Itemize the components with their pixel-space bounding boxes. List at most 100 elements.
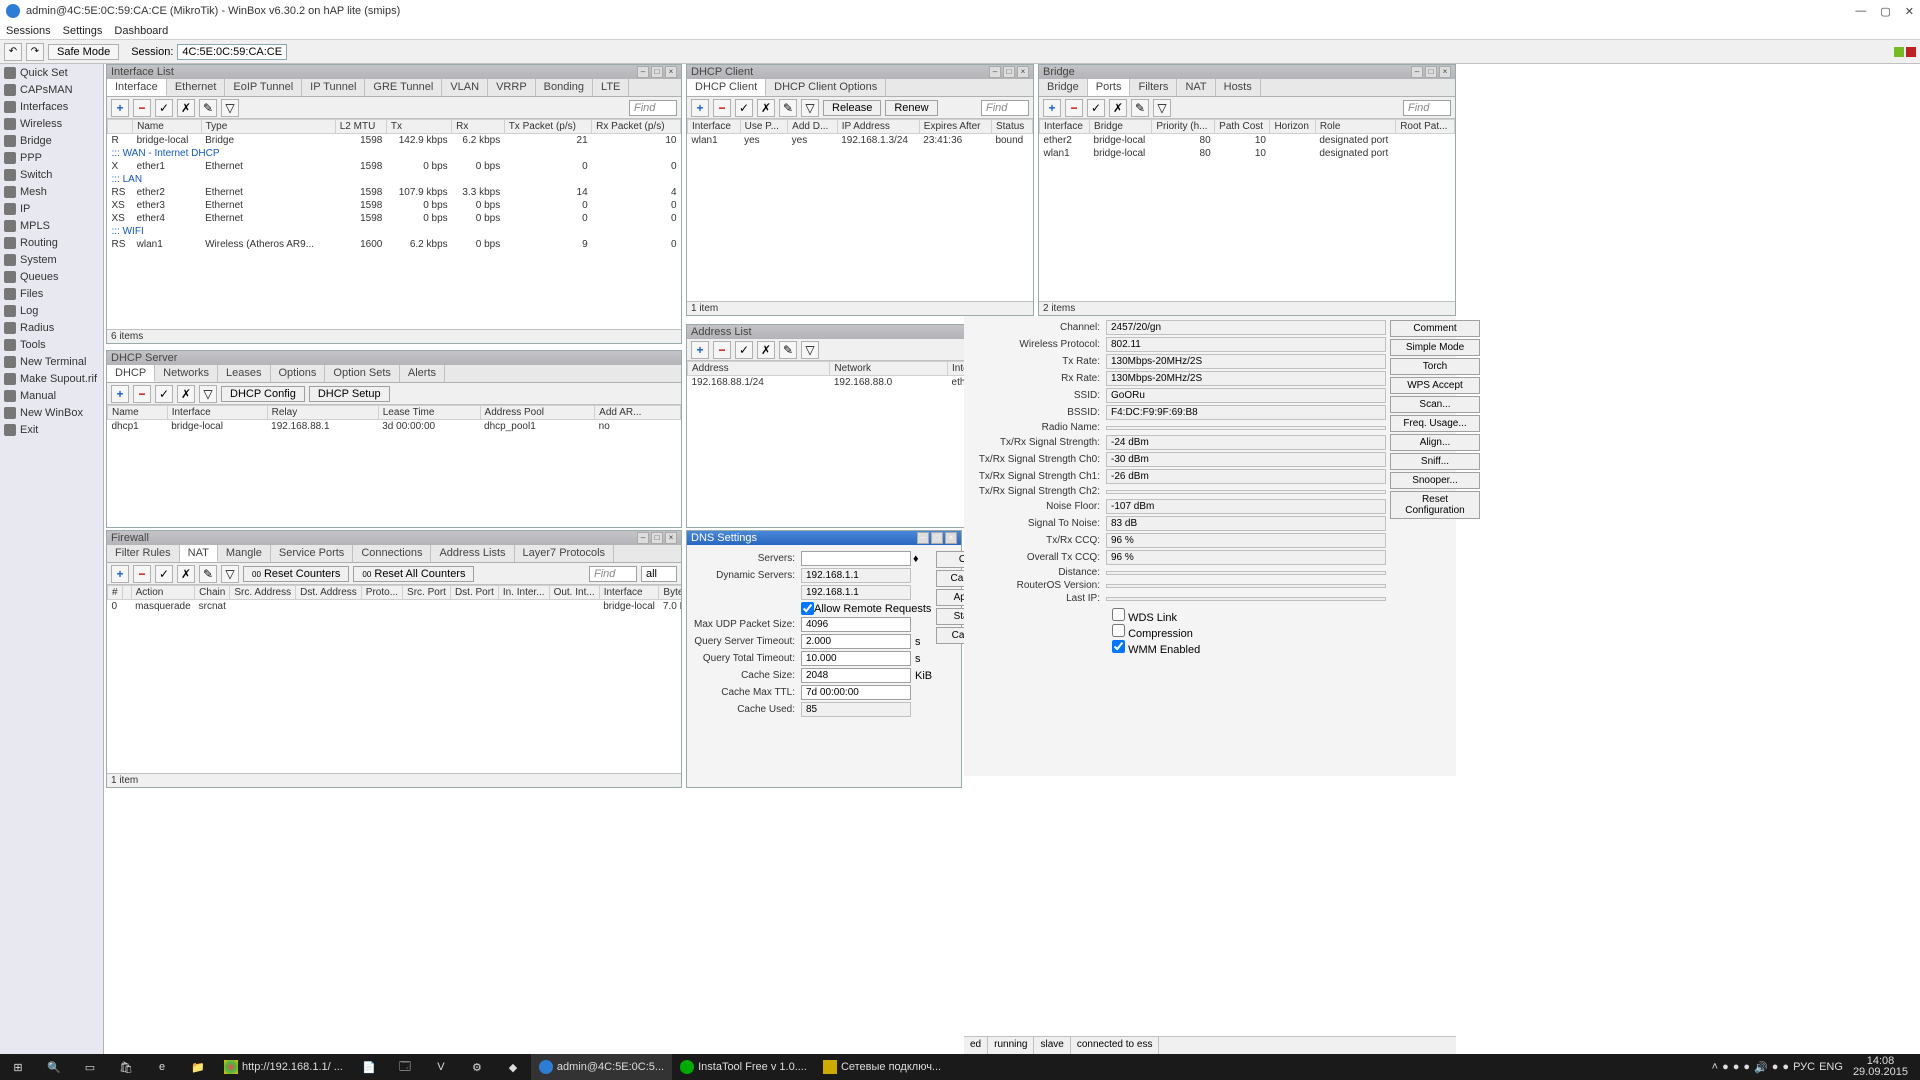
sidebar-item-radius[interactable]: Radius [0,319,103,336]
filter-icon[interactable]: ▽ [801,99,819,117]
tab-interface[interactable]: Interface [107,79,167,96]
sidebar-item-quick-set[interactable]: Quick Set [0,64,103,81]
sidebar-item-files[interactable]: Files [0,285,103,302]
sidebar-item-make-supout-rif[interactable]: Make Supout.rif [0,370,103,387]
allow-remote-checkbox[interactable] [801,602,814,615]
search-icon[interactable]: 🔍 [36,1054,72,1080]
tab-filter-rules[interactable]: Filter Rules [107,545,180,562]
table-row[interactable]: RSether2Ethernet1598107.9 kbps3.3 kbps14… [108,186,681,199]
table-row[interactable]: ::: WAN - Internet DHCP [108,147,681,160]
edge-icon[interactable]: e [144,1054,180,1080]
tab-vlan[interactable]: VLAN [442,79,488,96]
find-input[interactable]: Find [629,100,677,116]
taskbar-task[interactable]: http://192.168.1.1/ ... [216,1054,351,1080]
sidebar-item-new-winbox[interactable]: New WinBox [0,404,103,421]
sidebar-item-queues[interactable]: Queues [0,268,103,285]
filter-all-select[interactable]: all [641,566,677,582]
table-row[interactable]: Xether1Ethernet15980 bps0 bps00 [108,160,681,173]
filter-icon[interactable]: ▽ [199,385,217,403]
sidebar-item-bridge[interactable]: Bridge [0,132,103,149]
enable-button[interactable]: ✓ [155,99,173,117]
torch-button[interactable]: Torch [1390,358,1480,375]
maximize-icon[interactable]: ▢ [1880,5,1890,18]
remove-button[interactable]: − [133,99,151,117]
dhcp-config-button[interactable]: DHCP Config [221,386,305,402]
tab-leases[interactable]: Leases [218,365,270,382]
tab-gre-tunnel[interactable]: GRE Tunnel [365,79,442,96]
add-button[interactable]: + [691,99,709,117]
align--button[interactable]: Align... [1390,434,1480,451]
minimize-icon[interactable]: — [1855,5,1866,18]
tab-dhcp-client[interactable]: DHCP Client [687,79,766,96]
sidebar-item-routing[interactable]: Routing [0,234,103,251]
filter-icon[interactable]: ▽ [1153,99,1171,117]
close-icon[interactable]: × [665,66,677,78]
menu-dashboard[interactable]: Dashboard [114,25,168,37]
tab-bonding[interactable]: Bonding [536,79,593,96]
tab-hosts[interactable]: Hosts [1216,79,1261,96]
tab-networks[interactable]: Networks [155,365,218,382]
tab-eoip-tunnel[interactable]: EoIP Tunnel [225,79,302,96]
tab-filters[interactable]: Filters [1130,79,1177,96]
minimize-icon[interactable]: – [637,66,649,78]
reset-counters-button[interactable]: 00 Reset Counters [243,566,349,582]
tab-nat[interactable]: NAT [1177,79,1215,96]
tab-connections[interactable]: Connections [353,545,431,562]
tab-dhcp[interactable]: DHCP [107,365,155,382]
tab-ethernet[interactable]: Ethernet [167,79,226,96]
simple-mode-button[interactable]: Simple Mode [1390,339,1480,356]
release-button[interactable]: Release [823,100,881,116]
session-value[interactable]: 4C:5E:0C:59:CA:CE [177,44,287,60]
sidebar-item-system[interactable]: System [0,251,103,268]
table-row[interactable]: RSwlan1Wireless (Atheros AR9...16006.2 k… [108,238,681,251]
tab-vrrp[interactable]: VRRP [488,79,536,96]
tab-nat[interactable]: NAT [180,545,218,562]
table-row[interactable]: ::: WIFI [108,225,681,238]
sidebar-item-wireless[interactable]: Wireless [0,115,103,132]
add-button[interactable]: + [111,99,129,117]
sniff--button[interactable]: Sniff... [1390,453,1480,470]
find-input[interactable]: Find [981,100,1029,116]
undo-icon[interactable]: ↶ [4,43,22,61]
reset-configuration-button[interactable]: Reset Configuration [1390,491,1480,519]
close-icon[interactable]: ✕ [1905,5,1914,18]
sidebar-item-log[interactable]: Log [0,302,103,319]
scan--button[interactable]: Scan... [1390,396,1480,413]
sidebar-item-ip[interactable]: IP [0,200,103,217]
table-row[interactable]: Rbridge-localBridge1598142.9 kbps6.2 kbp… [108,134,681,147]
sidebar-item-mpls[interactable]: MPLS [0,217,103,234]
disable-button[interactable]: ✗ [177,99,195,117]
taskbar-task-winbox[interactable]: admin@4C:5E:0C:5... [531,1054,672,1080]
table-row[interactable]: XSether3Ethernet15980 bps0 bps00 [108,199,681,212]
remove-button[interactable]: − [713,99,731,117]
tray-chevron-icon[interactable]: ˄ [1712,1061,1718,1073]
sidebar-item-manual[interactable]: Manual [0,387,103,404]
taskview-icon[interactable]: ▭ [72,1054,108,1080]
max-udp-input[interactable]: 4096 [801,617,911,632]
tab-layer7-protocols[interactable]: Layer7 Protocols [515,545,615,562]
table-row[interactable]: ::: LAN [108,173,681,186]
explorer-icon[interactable]: 📁 [180,1054,216,1080]
menu-settings[interactable]: Settings [63,25,103,37]
tab-service-ports[interactable]: Service Ports [271,545,353,562]
tab-lte[interactable]: LTE [593,79,629,96]
sidebar-item-switch[interactable]: Switch [0,166,103,183]
store-icon[interactable]: 🛍 [108,1054,144,1080]
freq-usage--button[interactable]: Freq. Usage... [1390,415,1480,432]
start-icon[interactable]: ⊞ [0,1054,36,1080]
snooper--button[interactable]: Snooper... [1390,472,1480,489]
reset-all-counters-button[interactable]: 00 Reset All Counters [353,566,474,582]
tab-mangle[interactable]: Mangle [218,545,271,562]
tab-bridge[interactable]: Bridge [1039,79,1088,96]
tab-address-lists[interactable]: Address Lists [431,545,514,562]
servers-input[interactable] [801,551,911,566]
menu-sessions[interactable]: Sessions [6,25,51,37]
tab-dhcp-client-options[interactable]: DHCP Client Options [766,79,886,96]
wps-accept-button[interactable]: WPS Accept [1390,377,1480,394]
filter-icon[interactable]: ▽ [221,99,239,117]
tab-option-sets[interactable]: Option Sets [325,365,399,382]
filter-icon[interactable]: ▽ [221,565,239,583]
safe-mode-button[interactable]: Safe Mode [48,44,119,60]
sidebar-item-new-terminal[interactable]: New Terminal [0,353,103,370]
sidebar-item-interfaces[interactable]: Interfaces [0,98,103,115]
